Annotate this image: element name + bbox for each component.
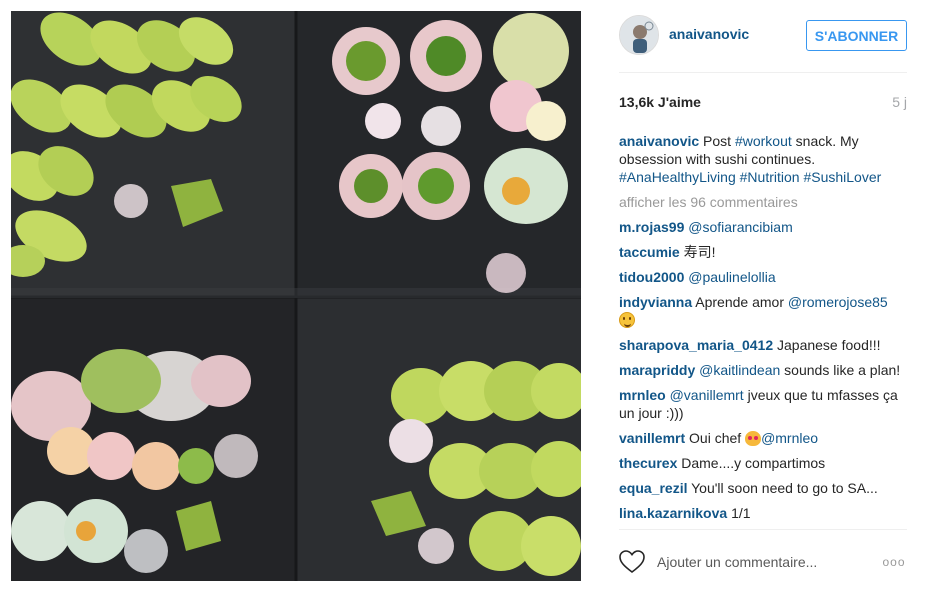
hashtag-sushilover[interactable]: #SushiLover — [803, 169, 881, 185]
hashtag-nutrition[interactable]: #Nutrition — [740, 169, 800, 185]
caption: anaivanovic Post #workout snack. My obse… — [619, 132, 907, 186]
hashtag-anahealthyliving[interactable]: #AnaHealthyLiving — [619, 169, 736, 185]
post-stats: 13,6k J'aime 5 j — [619, 94, 907, 114]
hashtag-workout[interactable]: #workout — [735, 133, 792, 149]
comment-item: tidou2000 @paulinelollia — [619, 268, 907, 286]
comment-text: 寿司! — [683, 244, 716, 260]
comment-username[interactable]: vanillemrt — [619, 430, 685, 446]
comment-item: sharapova_maria_0412 Japanese food!!! — [619, 336, 907, 354]
post-header: anaivanovic S'ABONNER — [597, 0, 928, 72]
comment-mention[interactable]: @vanillemrt — [670, 387, 744, 403]
username-link[interactable]: anaivanovic — [669, 26, 749, 42]
comment-item: vanillemrt Oui chef @mrnleo — [619, 429, 907, 447]
add-comment-input[interactable] — [657, 550, 867, 574]
comment-text: You'll soon need to go to SA... — [691, 480, 878, 496]
post-photo[interactable] — [11, 11, 581, 581]
comment-item: lina.kazarnikova 1/1 — [619, 504, 907, 522]
post-footer: ooo — [597, 540, 928, 584]
comment-text: Dame....y compartimos — [681, 455, 826, 471]
comment-username[interactable]: m.rojas99 — [619, 219, 684, 235]
view-all-comments-link[interactable]: afficher les 96 commentaires — [619, 193, 907, 211]
avatar[interactable] — [619, 15, 659, 55]
comment-item: thecurex Dame....y compartimos — [619, 454, 907, 472]
comments-list[interactable]: anaivanovic Post #workout snack. My obse… — [619, 132, 907, 527]
comment-username[interactable]: mrnleo — [619, 387, 666, 403]
comment-mention[interactable]: @paulinelollia — [688, 269, 775, 285]
heart-eyes-cat-emoji-icon — [745, 431, 762, 446]
avatar-image — [620, 16, 658, 54]
ellipsis-icon[interactable]: ooo — [881, 553, 907, 571]
post-time[interactable]: 5 j — [892, 94, 907, 110]
heart-outline-icon[interactable] — [619, 550, 645, 574]
comment-username[interactable]: indyvianna — [619, 294, 692, 310]
comment-text: Oui chef — [689, 430, 746, 446]
comment-username[interactable]: lina.kazarnikova — [619, 505, 727, 521]
footer-divider — [619, 529, 907, 530]
caption-username[interactable]: anaivanovic — [619, 133, 699, 149]
sushi-photo-illustration — [11, 11, 581, 581]
comment-item: m.rojas99 @sofiarancibiam — [619, 218, 907, 236]
comment-username[interactable]: equa_rezil — [619, 480, 687, 496]
comment-mention[interactable]: @romerojose85 — [788, 294, 888, 310]
comment-username[interactable]: thecurex — [619, 455, 677, 471]
comment-mention[interactable]: @mrnleo — [761, 430, 818, 446]
comment-item: mrnleo @vanillemrt jveux que tu mfasses … — [619, 386, 907, 422]
comment-mention[interactable]: @sofiarancibiam — [688, 219, 792, 235]
smiling-emoji-icon — [619, 312, 635, 328]
comment-text: Japanese food!!! — [777, 337, 881, 353]
comment-username[interactable]: sharapova_maria_0412 — [619, 337, 773, 353]
comment-username[interactable]: taccumie — [619, 244, 680, 260]
post-side-panel: anaivanovic S'ABONNER 13,6k J'aime 5 j a… — [597, 0, 928, 596]
comment-item: indyvianna Aprende amor @romerojose85 — [619, 293, 907, 329]
comment-text: 1/1 — [731, 505, 751, 521]
comment-text: Aprende amor — [695, 294, 788, 310]
comment-item: equa_rezil You'll soon need to go to SA.… — [619, 479, 907, 497]
likes-count[interactable]: 13,6k J'aime — [619, 94, 701, 110]
comment-item: marapriddy @kaitlindean sounds like a pl… — [619, 361, 907, 379]
follow-button[interactable]: S'ABONNER — [806, 20, 907, 51]
header-divider — [619, 72, 907, 73]
caption-text-1: Post — [699, 133, 735, 149]
comment-username[interactable]: tidou2000 — [619, 269, 684, 285]
comment-item: taccumie 寿司! — [619, 243, 907, 261]
comment-username[interactable]: marapriddy — [619, 362, 695, 378]
comment-text: sounds like a plan! — [780, 362, 901, 378]
comment-mention[interactable]: @kaitlindean — [699, 362, 780, 378]
